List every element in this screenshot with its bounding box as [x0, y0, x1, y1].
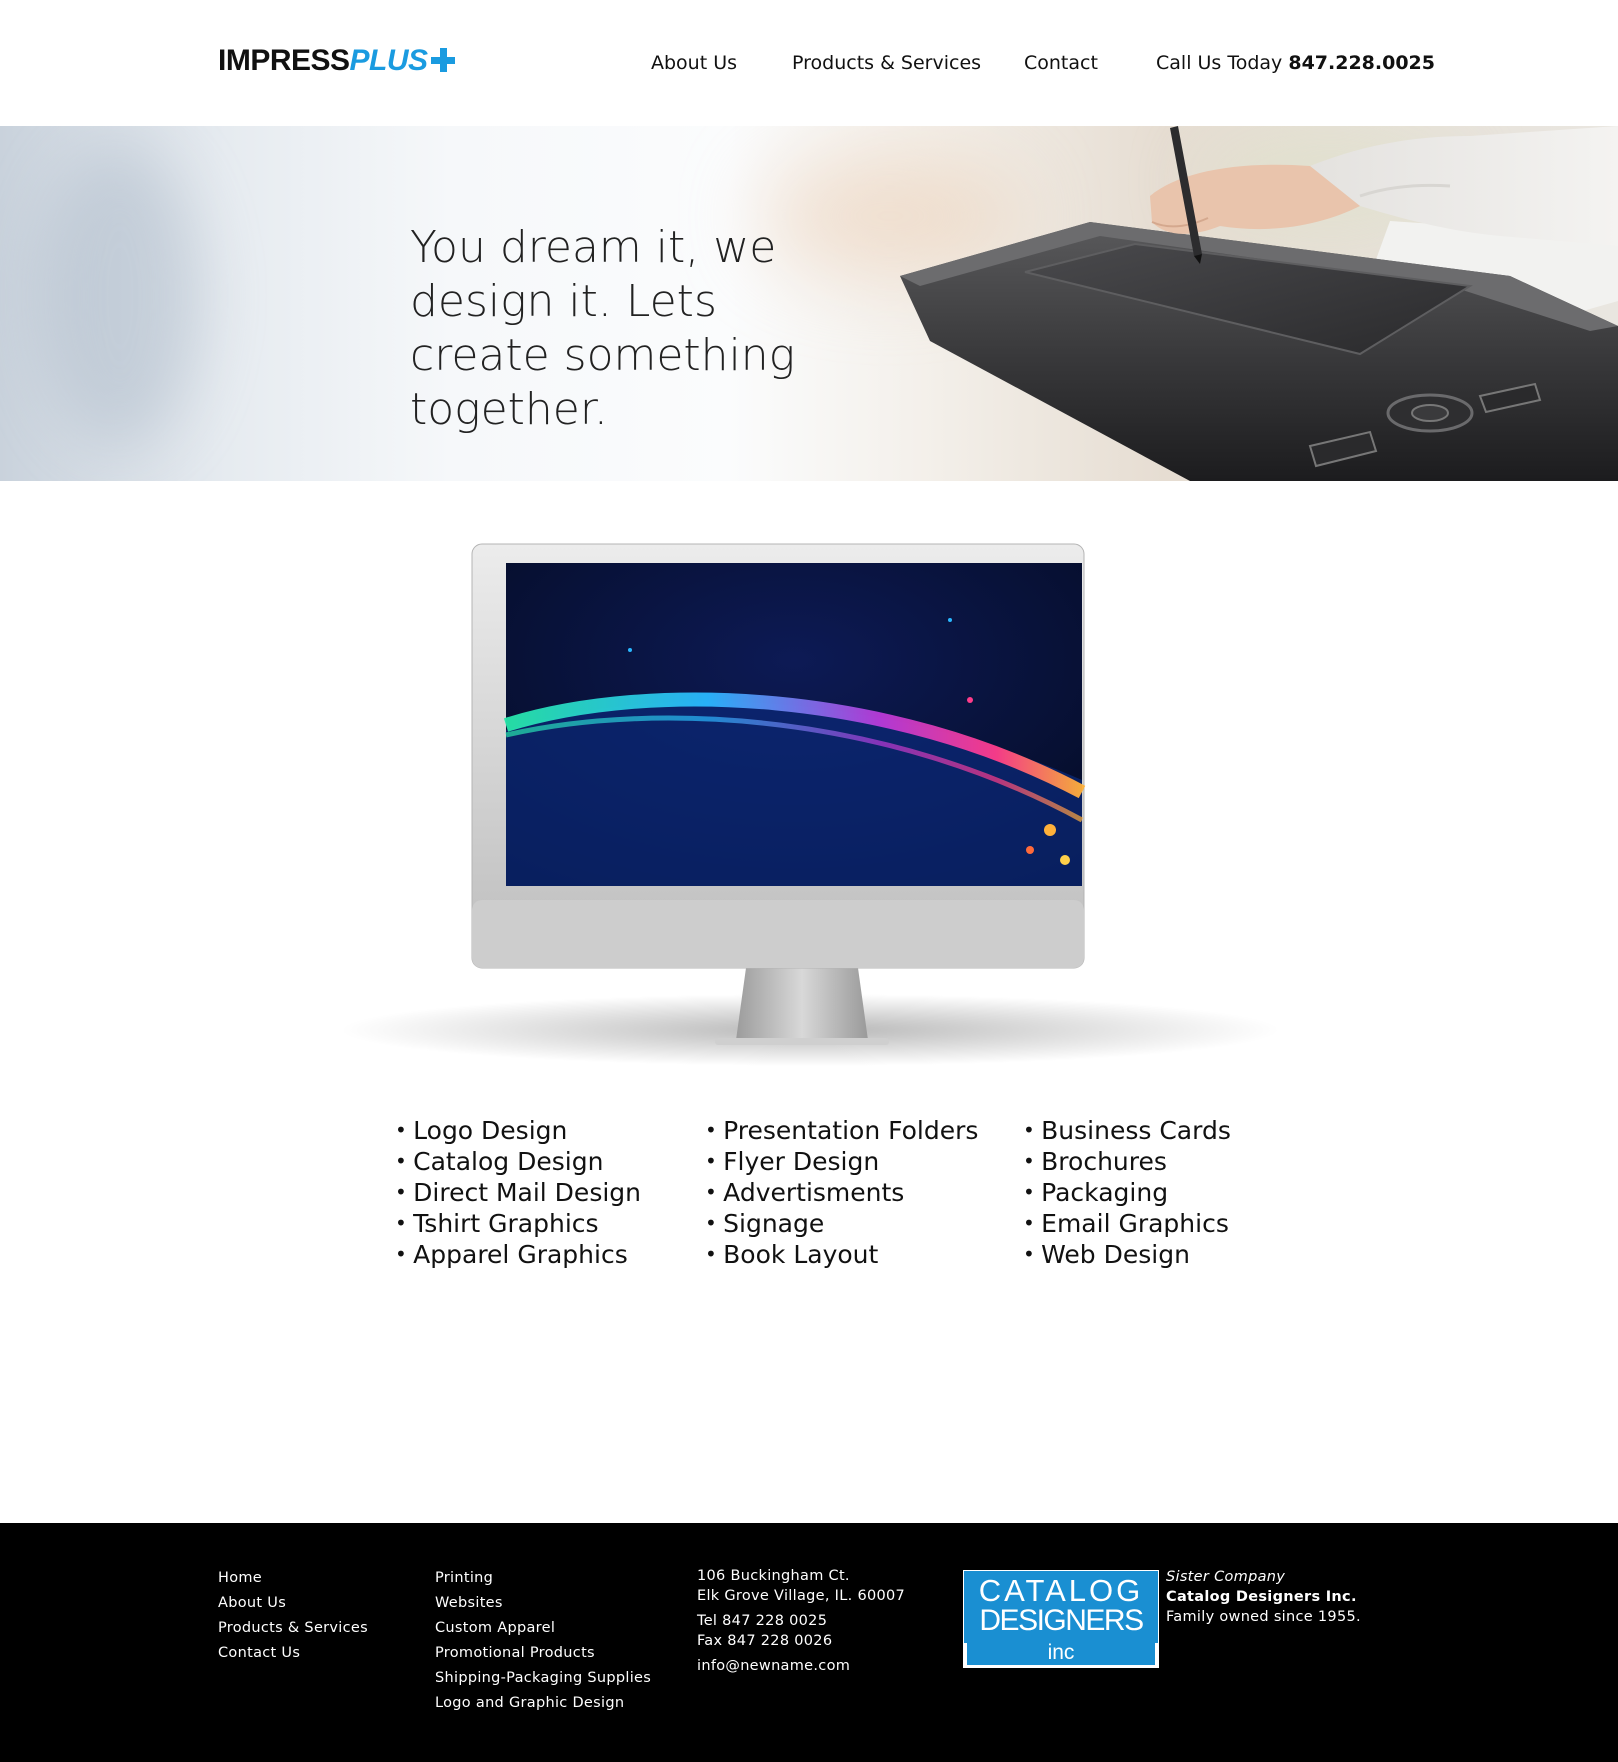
catalog-logo-line2: DESIGNERS — [979, 1604, 1144, 1637]
footer-link-printing[interactable]: Printing — [435, 1566, 651, 1591]
services-list-2: Presentation Folders Flyer Design Advert… — [705, 1116, 978, 1271]
sister-company-label: Sister Company — [1166, 1569, 1286, 1585]
service-item: Catalog Design — [395, 1147, 641, 1178]
address-line-2: Elk Grove Village, IL. 60007 — [697, 1588, 906, 1604]
catalog-logo-line1: CATALOG — [978, 1573, 1144, 1608]
catalog-designers-logo[interactable]: CATALOG DESIGNERS inc — [963, 1570, 1159, 1668]
footer-nav-links: Home About Us Products & Services Contac… — [218, 1566, 368, 1666]
service-item: Direct Mail Design — [395, 1178, 641, 1209]
footer-service-links: Printing Websites Custom Apparel Promoti… — [435, 1566, 651, 1716]
catalog-logo-line3: inc — [1047, 1641, 1075, 1664]
sister-company-name: Catalog Designers Inc. — [1166, 1589, 1357, 1605]
logo-word-plus: PLUS — [349, 44, 429, 77]
footer-link-contact-us[interactable]: Contact Us — [218, 1641, 368, 1666]
service-item: Business Cards — [1023, 1116, 1231, 1147]
nav-about-us[interactable]: About Us — [651, 52, 737, 74]
footer-link-shipping-packaging[interactable]: Shipping-Packaging Supplies — [435, 1666, 651, 1691]
email-link[interactable]: info@newname.com — [697, 1656, 905, 1676]
logo-word-impress: IMPRESS — [218, 44, 350, 77]
plus-icon — [430, 48, 455, 72]
service-item: Brochures — [1023, 1147, 1231, 1178]
site-header: IMPRESS PLUS About Us Products & Service… — [0, 0, 1618, 126]
sister-company-info: Sister Company Catalog Designers Inc. Fa… — [1166, 1567, 1361, 1627]
nav-call-us[interactable]: Call Us Today 847.228.0025 — [1156, 52, 1435, 74]
call-label: Call Us Today — [1156, 52, 1283, 74]
nav-contact[interactable]: Contact — [1024, 52, 1098, 74]
services-list-3: Business Cards Brochures Packaging Email… — [1023, 1116, 1231, 1271]
services-list-1: Logo Design Catalog Design Direct Mail D… — [395, 1116, 641, 1271]
footer-link-home[interactable]: Home — [218, 1566, 368, 1591]
footer-link-websites[interactable]: Websites — [435, 1591, 651, 1616]
service-item: Advertisments — [705, 1178, 978, 1209]
footer-link-about-us[interactable]: About Us — [218, 1591, 368, 1616]
nav-products-services[interactable]: Products & Services — [792, 52, 981, 74]
hero-bg-blur — [40, 146, 200, 446]
service-item: Book Layout — [705, 1240, 978, 1271]
address-line-1: 106 Buckingham Ct. — [697, 1568, 850, 1584]
telephone: Tel 847 228 0025 — [697, 1613, 828, 1629]
footer-link-promotional-products[interactable]: Promotional Products — [435, 1641, 651, 1666]
monitor-image — [340, 543, 1280, 1066]
drawing-tablet-image — [900, 126, 1618, 481]
footer-link-custom-apparel[interactable]: Custom Apparel — [435, 1616, 651, 1641]
service-item: Signage — [705, 1209, 978, 1240]
service-item: Web Design — [1023, 1240, 1231, 1271]
site-footer: Home About Us Products & Services Contac… — [0, 1523, 1618, 1762]
footer-contact-info: 106 Buckingham Ct. Elk Grove Village, IL… — [697, 1566, 905, 1676]
call-phone-number: 847.228.0025 — [1288, 52, 1435, 74]
footer-link-products-services[interactable]: Products & Services — [218, 1616, 368, 1641]
service-item: Tshirt Graphics — [395, 1209, 641, 1240]
service-item: Email Graphics — [1023, 1209, 1231, 1240]
impressplus-logo[interactable]: IMPRESS PLUS — [218, 44, 455, 78]
service-item: Apparel Graphics — [395, 1240, 641, 1271]
hero-banner: You dream it, we design it. Lets create … — [0, 126, 1618, 481]
service-item: Presentation Folders — [705, 1116, 978, 1147]
footer-link-logo-graphic-design[interactable]: Logo and Graphic Design — [435, 1691, 651, 1716]
service-item: Flyer Design — [705, 1147, 978, 1178]
sister-company-note: Family owned since 1955. — [1166, 1609, 1361, 1625]
service-item: Logo Design — [395, 1116, 641, 1147]
hero-headline: You dream it, we design it. Lets create … — [410, 222, 796, 435]
service-item: Packaging — [1023, 1178, 1231, 1209]
fax: Fax 847 228 0026 — [697, 1633, 833, 1649]
